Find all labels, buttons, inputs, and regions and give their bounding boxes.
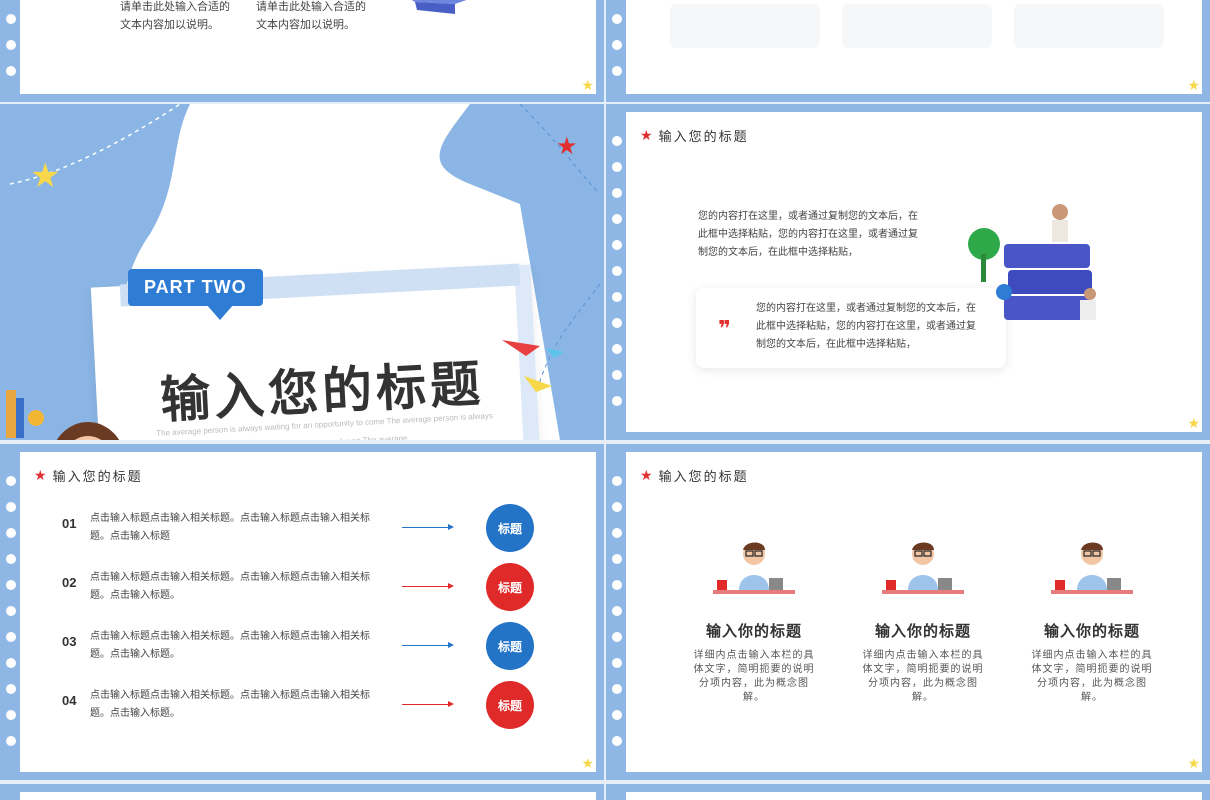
title-circle-button[interactable]: 标题 xyxy=(486,681,534,729)
title-circle-button[interactable]: 标题 xyxy=(486,622,534,670)
row-number: 01 xyxy=(62,516,77,531)
row-text: 点击输入标题点击输入相关标题。点击输入标题点击输入相关标题。点击输入标题。 xyxy=(90,690,370,719)
column-heading: 输入你的标题 xyxy=(705,623,802,640)
faded-card xyxy=(670,4,820,48)
desk-items-icon xyxy=(6,390,44,438)
caption-right: 请单击此处输入合适的文本内容加以说明。 xyxy=(256,1,366,31)
slide-thumbnail-7[interactable] xyxy=(0,784,604,800)
person-illustration xyxy=(1047,540,1137,600)
star-icon: ★ xyxy=(581,77,594,93)
arrow-right-icon xyxy=(402,583,454,589)
star-icon: ★ xyxy=(1187,415,1200,431)
slide-title-text: 输入您的标题 xyxy=(52,469,143,484)
binder-holes xyxy=(610,444,626,780)
cube-illustration-icon xyxy=(411,0,467,14)
feature-column: 输入你的标题详细内点击输入本栏的具体文字，简明扼要的说明分项内容，此为概念图解。 xyxy=(1022,540,1162,705)
slide-title: ★ 输入您的标题 xyxy=(34,466,143,485)
row-number: 02 xyxy=(62,575,77,590)
person-illustration xyxy=(709,540,799,600)
slide-title: ★ 输入您的标题 xyxy=(640,126,749,145)
row-text: 点击输入标题点击输入相关标题。点击输入标题点击输入相关标题。点击输入标题。 xyxy=(90,572,370,601)
feature-column: 输入你的标题详细内点击输入本栏的具体文字，简明扼要的说明分项内容，此为概念图解。 xyxy=(853,540,993,705)
slide-thumbnail-8[interactable] xyxy=(606,784,1210,800)
column-heading: 输入你的标题 xyxy=(874,623,971,640)
title-circle-button[interactable]: 标题 xyxy=(486,563,534,611)
slide-title: ★ 输入您的标题 xyxy=(640,466,749,485)
faded-card xyxy=(842,4,992,48)
slide-thumbnail-people[interactable]: ★ 输入您的标题 输入你的标题 详细内点击输入本栏的具体文字，简明扼要的说明分项内容… xyxy=(606,444,1210,780)
slide-paper xyxy=(626,792,1202,800)
books-illustration xyxy=(968,204,1096,320)
caption-left: 请单击此处输入合适的文本内容加以说明。 xyxy=(120,1,230,31)
part-badge: PART TWO xyxy=(128,269,263,320)
row-text: 点击输入标题点击输入相关标题。点击输入标题点击输入相关标题。点击输入标题 xyxy=(90,513,370,542)
feature-column: 输入你的标题详细内点击输入本栏的具体文字，简明扼要的说明分项内容，此为概念图解。 xyxy=(684,540,824,705)
body-paragraph: 您的内容打在这里，或者通过复制您的文本后，在此框中选择粘贴，您的内容打在这里，或… xyxy=(698,211,918,258)
row-text: 点击输入标题点击输入相关标题。点击输入标题点击输入相关标题。点击输入标题。 xyxy=(90,631,370,660)
quote-icon: ❞ xyxy=(718,316,731,341)
title-star-icon: ★ xyxy=(640,467,655,483)
slide-thumbnail-books[interactable]: ★ 输入您的标题 您的内容打在这里，或者通过复制您的文本后，在此框中选择粘贴，您的… xyxy=(606,104,1210,440)
row-number: 03 xyxy=(62,634,77,649)
star-icon: ★ xyxy=(1187,755,1200,771)
binder-holes xyxy=(4,0,20,102)
star-yellow-icon: ★ xyxy=(30,157,61,195)
slide-paper xyxy=(20,792,596,800)
column-text: 详细内点击输入本栏的具体文字，简明扼要的说明分项内容，此为概念图解。 xyxy=(693,650,815,703)
person-illustration xyxy=(878,540,968,600)
binder-holes xyxy=(610,104,626,440)
star-icon: ★ xyxy=(1187,77,1200,93)
slide-thumbnail-2[interactable]: ★ xyxy=(606,0,1210,102)
paper-plane-icon xyxy=(502,340,564,392)
arrow-right-icon xyxy=(402,701,454,707)
binder-holes xyxy=(4,444,20,780)
quote-box: ❞ 您的内容打在这里，或者通过复制您的文本后，在此框中选择粘贴，您的内容打在这里… xyxy=(696,288,1006,368)
teacher-illustration xyxy=(56,422,120,440)
star-icon: ★ xyxy=(581,755,594,771)
column-text: 详细内点击输入本栏的具体文字，简明扼要的说明分项内容，此为概念图解。 xyxy=(1031,650,1153,703)
slide-thumbnail-list[interactable]: ★ 输入您的标题 01 点击输入标题点击输入相关标题。点击输入标题点击输入相关标题。… xyxy=(0,444,604,780)
arrow-right-icon xyxy=(402,524,454,530)
slide-title-text: 输入您的标题 xyxy=(658,129,749,144)
star-red-icon: ★ xyxy=(556,133,578,160)
slide-thumbnail-section[interactable]: PART TWO 输入您的标题 The average person is al… xyxy=(0,104,604,440)
slide-paper: ★ 输入您的标题 您的内容打在这里，或者通过复制您的文本后，在此框中选择粘贴，您的… xyxy=(626,112,1202,432)
title-circle-button[interactable]: 标题 xyxy=(486,504,534,552)
slide-thumbnail-1[interactable]: 请单击此处输入合适的文本内容加以说明。 请单击此处输入合适的文本内容加以说明。 … xyxy=(0,0,604,102)
row-number: 04 xyxy=(62,693,77,708)
column-heading: 输入你的标题 xyxy=(1043,623,1140,640)
title-star-icon: ★ xyxy=(34,467,49,483)
faded-card xyxy=(1014,4,1164,48)
binder-holes xyxy=(610,0,626,102)
arrow-right-icon xyxy=(402,642,454,648)
quote-text: 您的内容打在这里，或者通过复制您的文本后，在此框中选择粘贴，您的内容打在这里，或… xyxy=(756,303,976,350)
slide-paper: ★ 输入您的标题 01 点击输入标题点击输入相关标题。点击输入标题点击输入相关标题。… xyxy=(20,452,596,772)
column-text: 详细内点击输入本栏的具体文字，简明扼要的说明分项内容，此为概念图解。 xyxy=(862,650,984,703)
slide-title-text: 输入您的标题 xyxy=(658,469,749,484)
title-star-icon: ★ xyxy=(640,127,655,143)
slide-paper: ★ 输入您的标题 输入你的标题 详细内点击输入本栏的具体文字，简明扼要的说明分项内容… xyxy=(626,452,1202,772)
